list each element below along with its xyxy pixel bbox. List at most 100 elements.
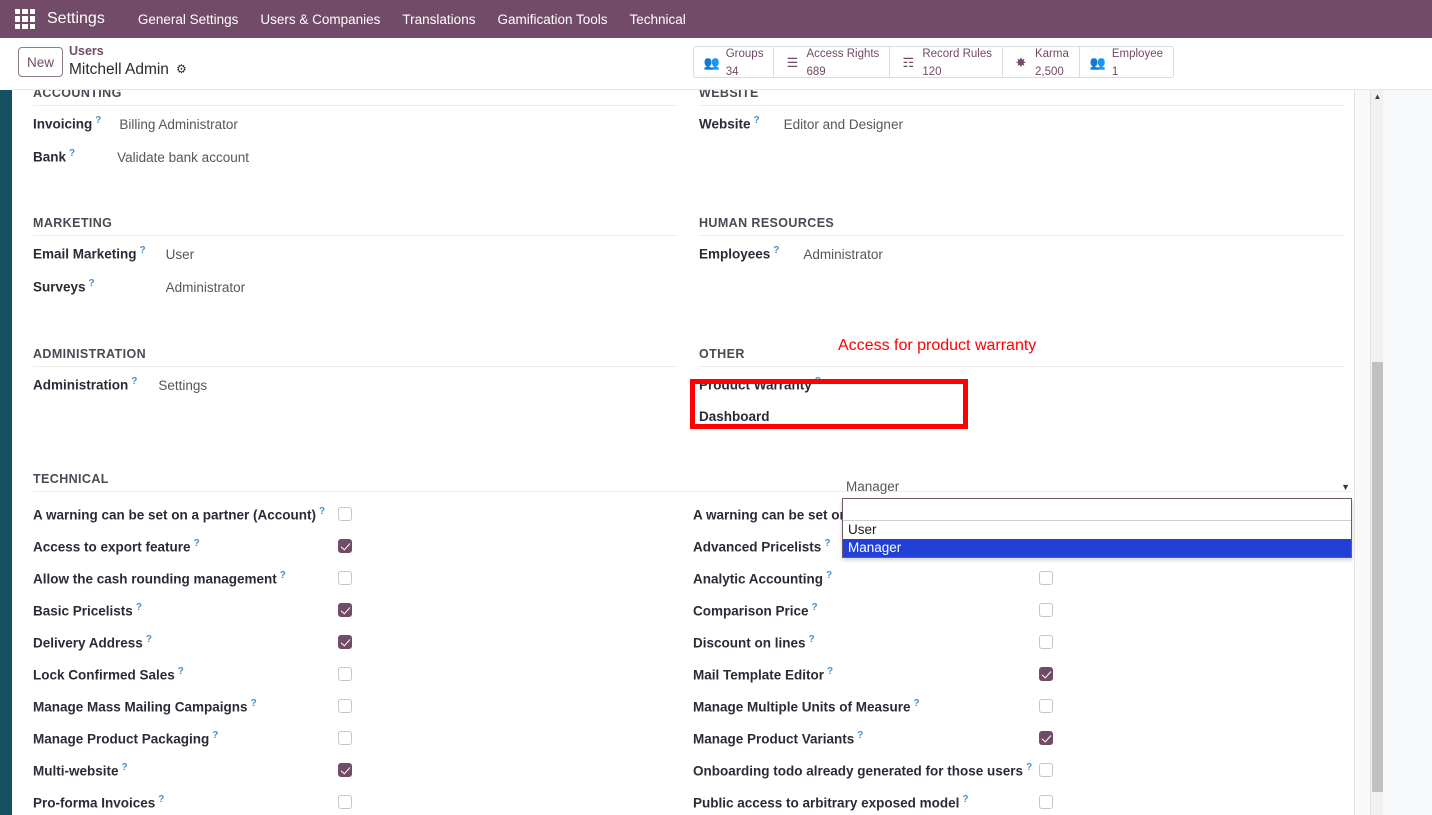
field-value[interactable]: Validate bank account [117, 150, 249, 165]
field-value[interactable]: Settings [158, 378, 207, 393]
help-icon[interactable]: ? [824, 538, 830, 549]
technical-checkbox[interactable] [338, 571, 352, 585]
field-value[interactable]: Administrator [803, 247, 883, 262]
stat-button-karma[interactable]: ✸ Karma 2,500 [1003, 47, 1080, 77]
product-warranty-options-list[interactable]: User Manager [842, 498, 1352, 558]
breadcrumb: Users Mitchell Admin ⚙ [69, 44, 187, 79]
technical-checkbox[interactable] [1039, 635, 1053, 649]
product-warranty-selected-value[interactable]: Manager [842, 476, 1352, 498]
technical-label: Pro-forma Invoices [33, 795, 155, 810]
technical-label: Onboarding todo already generated for th… [693, 763, 1023, 778]
option-blank[interactable] [843, 499, 1351, 521]
technical-label: Discount on lines [693, 635, 806, 650]
help-icon[interactable]: ? [131, 376, 137, 387]
stat-button-employee[interactable]: 👥 Employee 1 [1080, 47, 1173, 77]
left-rail [0, 90, 12, 815]
technical-row: Discount on lines? [693, 626, 1353, 658]
field-employees: Employees? Administrator [699, 245, 1344, 278]
technical-label: Manage Mass Mailing Campaigns [33, 699, 248, 714]
technical-checkbox[interactable] [1039, 667, 1053, 681]
stat-label: Groups [726, 48, 764, 60]
vertical-scrollbar[interactable]: ▲ [1370, 90, 1383, 815]
nav-item-gamification-tools[interactable]: Gamification Tools [486, 6, 618, 33]
nav-item-general-settings[interactable]: General Settings [127, 6, 250, 33]
technical-checkbox[interactable] [338, 539, 352, 553]
help-icon[interactable]: ? [319, 506, 325, 517]
scrollbar-thumb[interactable] [1372, 362, 1383, 792]
technical-checkbox[interactable] [338, 795, 352, 809]
stat-button-access-rights[interactable]: ☰ Access Rights 689 [774, 47, 890, 77]
apps-grid-icon[interactable] [15, 9, 35, 29]
help-icon[interactable]: ? [140, 245, 146, 256]
field-invoicing: Invoicing? Billing Administrator [33, 115, 678, 148]
nav-item-translations[interactable]: Translations [391, 6, 486, 33]
help-icon[interactable]: ? [122, 762, 128, 773]
field-value[interactable]: Administrator [166, 280, 246, 295]
help-icon[interactable]: ? [962, 794, 968, 805]
help-icon[interactable]: ? [146, 634, 152, 645]
help-icon[interactable]: ? [815, 376, 821, 387]
nav-item-technical[interactable]: Technical [619, 6, 697, 33]
new-button[interactable]: New [18, 47, 63, 77]
help-icon[interactable]: ? [158, 794, 164, 805]
help-icon[interactable]: ? [95, 115, 101, 126]
technical-label: Lock Confirmed Sales [33, 667, 175, 682]
technical-checkbox[interactable] [1039, 699, 1053, 713]
help-icon[interactable]: ? [178, 666, 184, 677]
help-icon[interactable]: ? [69, 148, 75, 159]
stat-value: 120 [922, 66, 941, 78]
help-icon[interactable]: ? [1026, 762, 1032, 773]
help-icon[interactable]: ? [89, 278, 95, 289]
technical-checkbox[interactable] [338, 507, 352, 521]
gear-icon[interactable]: ⚙ [176, 62, 187, 77]
chevron-down-icon[interactable]: ▼ [1341, 482, 1350, 492]
field-value[interactable]: User [166, 247, 195, 262]
caret-up-icon[interactable]: ▲ [1371, 92, 1384, 102]
technical-checkbox[interactable] [338, 699, 352, 713]
breadcrumb-parent-users[interactable]: Users [69, 44, 187, 60]
help-icon[interactable]: ? [194, 538, 200, 549]
technical-label: Manage Product Variants [693, 731, 854, 746]
technical-checkbox[interactable] [1039, 571, 1053, 585]
field-product-warranty[interactable]: Product Warranty? [699, 376, 1344, 409]
technical-checkbox[interactable] [1039, 603, 1053, 617]
technical-row: Analytic Accounting? [693, 562, 1353, 594]
technical-checkbox[interactable] [1039, 731, 1053, 745]
technical-checkbox[interactable] [338, 731, 352, 745]
technical-checkbox[interactable] [1039, 795, 1053, 809]
help-icon[interactable]: ? [914, 698, 920, 709]
option-manager[interactable]: Manager [843, 539, 1351, 557]
help-icon[interactable]: ? [212, 730, 218, 741]
technical-label: Basic Pricelists [33, 603, 133, 618]
technical-checkbox[interactable] [1039, 763, 1053, 777]
help-icon[interactable]: ? [136, 602, 142, 613]
help-icon[interactable]: ? [857, 730, 863, 741]
help-icon[interactable]: ? [754, 115, 760, 126]
app-brand-settings[interactable]: Settings [47, 10, 105, 28]
technical-checkbox[interactable] [338, 763, 352, 777]
technical-checkbox[interactable] [338, 667, 352, 681]
help-icon[interactable]: ? [826, 570, 832, 581]
technical-row: Delivery Address? [33, 626, 693, 658]
help-icon[interactable]: ? [812, 602, 818, 613]
group-other: OTHER Product Warranty? Dashboard [699, 347, 1344, 442]
stat-button-groups[interactable]: 👥 Groups 34 [694, 47, 775, 77]
help-icon[interactable]: ? [773, 245, 779, 256]
stat-button-record-rules[interactable]: ☶ Record Rules 120 [890, 47, 1003, 77]
field-value[interactable]: Editor and Designer [784, 117, 903, 132]
technical-checkbox[interactable] [338, 635, 352, 649]
help-icon[interactable]: ? [809, 634, 815, 645]
stat-value: 1 [1112, 66, 1118, 78]
technical-checkbox[interactable] [338, 603, 352, 617]
help-icon[interactable]: ? [251, 698, 257, 709]
users-icon: 👥 [1090, 56, 1106, 69]
right-gutter [1383, 90, 1432, 815]
help-icon[interactable]: ? [827, 666, 833, 677]
field-dashboard[interactable]: Dashboard [699, 409, 1344, 442]
navbar-menu: General Settings Users & Companies Trans… [127, 6, 697, 33]
nav-item-users-companies[interactable]: Users & Companies [249, 6, 391, 33]
help-icon[interactable]: ? [280, 570, 286, 581]
option-user[interactable]: User [843, 521, 1351, 539]
field-value[interactable]: Billing Administrator [119, 117, 238, 132]
group-marketing: MARKETING Email Marketing? User Surveys?… [33, 216, 678, 311]
